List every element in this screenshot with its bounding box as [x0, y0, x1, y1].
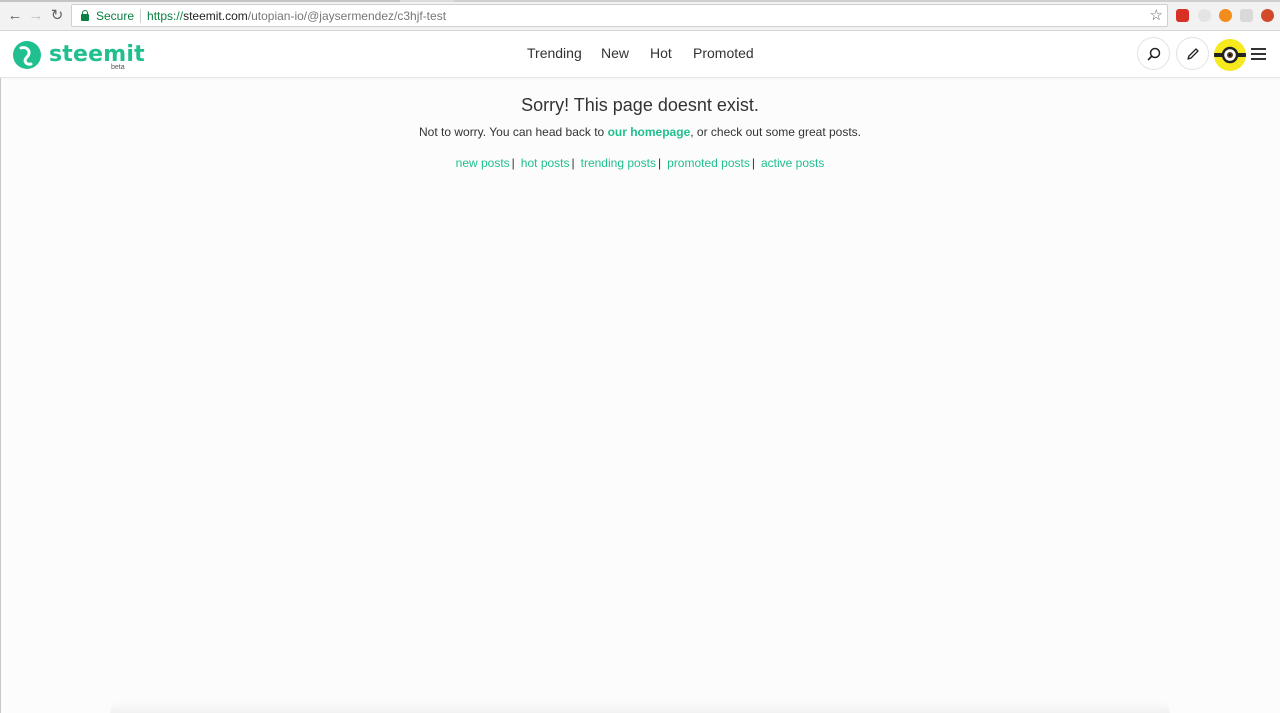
address-bar[interactable]: Secure https://steemit.com/utopian-io/@j…: [71, 4, 1168, 27]
extension-icon-4[interactable]: [1240, 9, 1253, 22]
nav-hot[interactable]: Hot: [650, 45, 672, 61]
reload-icon[interactable]: ↻: [48, 6, 66, 24]
search-button[interactable]: [1137, 37, 1170, 70]
menu-icon[interactable]: [1251, 48, 1266, 60]
link-separator: |: [571, 156, 575, 170]
back-icon[interactable]: ←: [6, 6, 24, 24]
url-scheme: https://: [147, 8, 184, 23]
pencil-icon: [1186, 47, 1199, 60]
minion-avatar-icon: [1214, 46, 1246, 64]
bookmark-star-icon[interactable]: ☆: [1150, 7, 1163, 24]
url-host: steemit.com: [183, 8, 248, 23]
link-separator: |: [658, 156, 662, 170]
error-message-lead: Not to worry. You can head back to: [419, 125, 608, 139]
forward-icon[interactable]: →: [27, 6, 45, 24]
tab-strip: [0, 0, 1280, 2]
browser-toolbar: ← → ↻ Secure https://steemit.com/utopian…: [0, 0, 1280, 31]
lock-icon: [80, 10, 90, 21]
nav-promoted[interactable]: Promoted: [693, 45, 754, 61]
error-message: Not to worry. You can head back to our h…: [0, 125, 1280, 139]
steemit-logo-icon: [13, 41, 41, 69]
link-separator: |: [511, 156, 515, 170]
extension-icon-5[interactable]: [1261, 9, 1274, 22]
error-message-tail: , or check out some great posts.: [690, 125, 861, 139]
trending-posts-link[interactable]: trending posts: [581, 156, 656, 170]
hot-posts-link[interactable]: hot posts: [521, 156, 570, 170]
site-header: steemit beta Trending New Hot Promoted: [0, 31, 1280, 78]
logo-beta-badge: beta: [111, 64, 125, 71]
url-path: /utopian-io/@jaysermendez/c3hjf-test: [247, 8, 447, 23]
omnibox-divider: [140, 8, 142, 23]
logo-wordmark: steemit: [49, 42, 145, 67]
page-title: Sorry! This page doesnt exist.: [521, 95, 759, 115]
new-posts-link[interactable]: new posts: [456, 156, 510, 170]
extension-icon-2[interactable]: [1198, 9, 1211, 22]
security-label: Secure: [96, 8, 135, 23]
user-avatar[interactable]: [1214, 39, 1246, 71]
post-links: new posts | hot posts | trending posts | promo…: [0, 156, 1280, 170]
write-post-button[interactable]: [1176, 37, 1209, 70]
steemit-logo[interactable]: steemit beta: [12, 40, 145, 74]
extension-icon-1[interactable]: [1176, 9, 1189, 22]
nav-new[interactable]: New: [601, 45, 629, 61]
extension-icon-3[interactable]: [1219, 9, 1232, 22]
active-posts-link[interactable]: active posts: [761, 156, 824, 170]
search-icon: [1147, 47, 1160, 60]
window-edge: [0, 78, 1, 713]
link-separator: |: [751, 156, 755, 170]
homepage-link[interactable]: our homepage: [608, 125, 691, 139]
nav-trending[interactable]: Trending: [527, 45, 582, 61]
footer-shadow: [110, 700, 1170, 713]
promoted-posts-link[interactable]: promoted posts: [667, 156, 750, 170]
